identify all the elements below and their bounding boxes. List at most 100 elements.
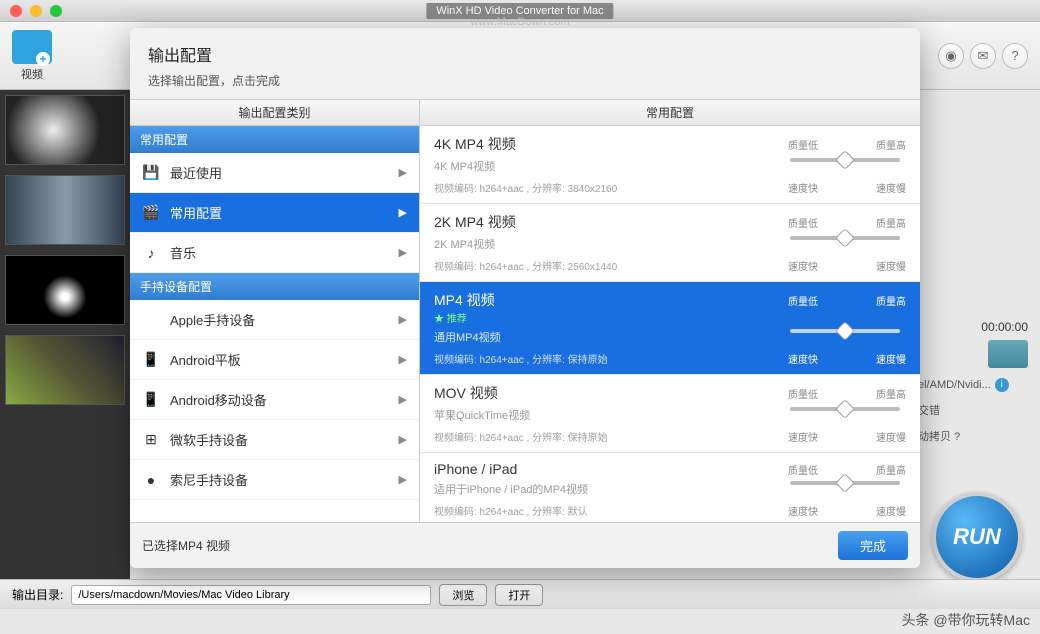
preset-item[interactable]: iPhone / iPad 质量低质量高 适用于iPhone / iPad的MP… — [420, 453, 920, 522]
preset-title: 4K MP4 视频 — [434, 134, 788, 154]
interlace-label: 交错 — [918, 402, 1028, 418]
quality-slider[interactable] — [790, 407, 900, 411]
category-header: 输出配置类别 — [130, 100, 419, 126]
chevron-right-icon: ▶ — [399, 393, 407, 406]
category-item[interactable]: ●索尼手持设备▶ — [130, 460, 419, 500]
category-item[interactable]: 📱Android移动设备▶ — [130, 380, 419, 420]
category-item[interactable]: ♪音乐▶ — [130, 233, 419, 273]
slider-knob[interactable] — [835, 150, 855, 170]
preset-subtitle: 2K MP4视频 — [434, 236, 790, 252]
quality-slider[interactable] — [790, 329, 900, 333]
quality-slider[interactable] — [790, 481, 900, 485]
preset-list[interactable]: 4K MP4 视频 质量低质量高 4K MP4视频 视频编码: h264+aac… — [420, 126, 920, 522]
dialog-header: 输出配置 选择输出配置，点击完成 — [130, 28, 920, 99]
category-label: 音乐 — [170, 243, 196, 262]
video-thumb[interactable] — [5, 95, 125, 165]
speed-labels: 速度快速度慢 — [788, 351, 906, 366]
speed-labels: 速度快速度慢 — [788, 180, 906, 195]
category-icon: ● — [142, 471, 160, 489]
quality-labels: 质量低质量高 — [788, 386, 906, 401]
top-right-buttons: ◉ ✉ ? — [938, 43, 1028, 69]
user-icon[interactable]: ◉ — [938, 43, 964, 69]
preset-item[interactable]: MP4 视频 质量低质量高 ★ 推荐 通用MP4视频 视频编码: h264+aa… — [420, 282, 920, 375]
run-button[interactable]: RUN — [932, 492, 1022, 582]
category-icon: 💾 — [142, 164, 160, 182]
close-icon[interactable] — [10, 5, 22, 17]
category-icon: 📱 — [142, 351, 160, 369]
category-icon: ⊞ — [142, 431, 160, 449]
preset-item[interactable]: MOV 视频 质量低质量高 苹果QuickTime视频 视频编码: h264+a… — [420, 375, 920, 453]
category-label: Apple手持设备 — [170, 310, 255, 329]
open-button[interactable]: 打开 — [495, 584, 543, 606]
category-item[interactable]: ⊞ 微软手持设备 ▶ — [130, 420, 419, 460]
preset-info: 视频编码: h264+aac , 分辨率: 3840x2160 — [434, 180, 788, 195]
output-dir-label: 输出目录: — [12, 586, 63, 603]
watermark: www.MacDown.com — [470, 16, 569, 28]
mail-icon[interactable]: ✉ — [970, 43, 996, 69]
category-label: 最近使用 — [170, 163, 222, 182]
speed-labels: 速度快速度慢 — [788, 429, 906, 444]
quality-labels: 质量低质量高 — [788, 293, 906, 308]
category-item[interactable]: 📱 Android平板 ▶ — [130, 340, 419, 380]
preset-item[interactable]: 4K MP4 视频 质量低质量高 4K MP4视频 视频编码: h264+aac… — [420, 126, 920, 204]
chevron-right-icon: ▶ — [399, 473, 407, 486]
output-profile-dialog: 输出配置 选择输出配置，点击完成 输出配置类别 常用配置💾最近使用▶🎬常用配置▶… — [130, 28, 920, 568]
preset-info: 视频编码: h264+aac , 分辨率: 默认 — [434, 503, 788, 518]
category-item[interactable]: 💾 最近使用 ▶ — [130, 153, 419, 193]
quality-labels: 质量低质量高 — [788, 137, 906, 152]
preset-subtitle: 4K MP4视频 — [434, 158, 790, 174]
video-thumb[interactable] — [5, 255, 125, 325]
category-item[interactable]: 🎬常用配置▶ — [130, 193, 419, 233]
speed-labels: 速度快速度慢 — [788, 258, 906, 273]
gpu-label: el/AMD/Nvidi...i — [918, 378, 1028, 392]
category-column: 输出配置类别 常用配置💾最近使用▶🎬常用配置▶♪音乐▶手持设备配置Apple手持… — [130, 100, 420, 522]
done-button[interactable]: 完成 — [838, 531, 908, 560]
bottom-bar: 输出目录: 浏览 打开 — [0, 579, 1040, 609]
category-section-header: 常用配置 — [130, 126, 419, 153]
category-list: 常用配置💾最近使用▶🎬常用配置▶♪音乐▶手持设备配置Apple手持设备▶📱And… — [130, 126, 419, 522]
copy-label: 动拷贝 ? — [918, 428, 1028, 444]
category-label: Android平板 — [170, 350, 241, 369]
chevron-right-icon: ▶ — [399, 246, 407, 259]
video-thumb[interactable] — [5, 335, 125, 405]
chevron-right-icon: ▶ — [399, 433, 407, 446]
slider-knob[interactable] — [835, 399, 855, 419]
preset-title: 2K MP4 视频 — [434, 212, 788, 232]
quality-slider[interactable] — [790, 158, 900, 162]
slider-knob[interactable] — [835, 321, 855, 341]
chevron-right-icon: ▶ — [399, 206, 407, 219]
chevron-right-icon: ▶ — [399, 353, 407, 366]
speed-labels: 速度快速度慢 — [788, 503, 906, 518]
dialog-body: 输出配置类别 常用配置💾最近使用▶🎬常用配置▶♪音乐▶手持设备配置Apple手持… — [130, 99, 920, 523]
preset-subtitle: 苹果QuickTime视频 — [434, 407, 790, 423]
footer-watermark: 头条 @带你玩转Mac — [901, 610, 1030, 630]
minimize-icon[interactable] — [30, 5, 42, 17]
folder-icon[interactable] — [988, 340, 1028, 368]
preset-title: MP4 视频 — [434, 290, 788, 310]
video-plus-icon — [12, 30, 52, 64]
window-controls — [0, 5, 62, 17]
chevron-right-icon: ▶ — [399, 166, 407, 179]
category-icon: 📱 — [142, 391, 160, 409]
preset-column: 常用配置 4K MP4 视频 质量低质量高 4K MP4视频 视频编码: h26… — [420, 100, 920, 522]
preset-subtitle: 适用于iPhone / iPad的MP4视频 — [434, 481, 790, 497]
add-video-button[interactable]: 视频 — [12, 30, 52, 82]
help-icon[interactable]: ? — [1002, 43, 1028, 69]
category-label: 微软手持设备 — [170, 430, 248, 449]
category-icon — [142, 311, 160, 329]
category-label: 常用配置 — [170, 203, 222, 222]
output-dir-input[interactable] — [71, 585, 431, 605]
chevron-right-icon: ▶ — [399, 313, 407, 326]
category-item[interactable]: Apple手持设备 ▶ — [130, 300, 419, 340]
browse-button[interactable]: 浏览 — [439, 584, 487, 606]
slider-knob[interactable] — [835, 228, 855, 248]
preset-item[interactable]: 2K MP4 视频 质量低质量高 2K MP4视频 视频编码: h264+aac… — [420, 204, 920, 282]
info-icon[interactable]: i — [995, 378, 1009, 392]
zoom-icon[interactable] — [50, 5, 62, 17]
preset-title: iPhone / iPad — [434, 461, 788, 477]
video-thumb[interactable] — [5, 175, 125, 245]
add-video-label: 视频 — [21, 66, 43, 82]
selected-preset-text: 已选择MP4 视频 — [142, 537, 230, 554]
preset-info: 视频编码: h264+aac , 分辨率: 保持原始 — [434, 429, 788, 444]
quality-slider[interactable] — [790, 236, 900, 240]
